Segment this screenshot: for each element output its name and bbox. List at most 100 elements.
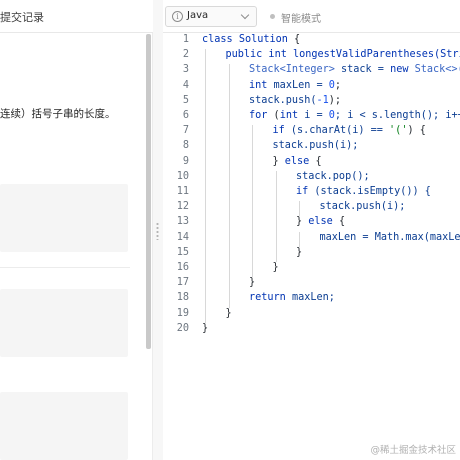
- code-text: public int longestValidParentheses(Strin…: [226, 49, 460, 60]
- example-block: [0, 289, 128, 357]
- code-token: maxLen = Math.max(maxLen, i - stack.peek…: [319, 231, 460, 243]
- line-number: 9: [182, 155, 189, 167]
- line-number: 1: [182, 34, 189, 45]
- line-number: 18: [176, 292, 189, 304]
- code-token: if: [296, 186, 315, 197]
- code-token: i =: [304, 110, 329, 121]
- code-text: }: [273, 262, 279, 273]
- code-token: if: [272, 125, 291, 137]
- code-token: int: [249, 79, 274, 91]
- drag-handle-icon[interactable]: [156, 222, 159, 240]
- code-token: (stack.isEmpty()) {: [314, 186, 431, 197]
- code-token: }: [202, 322, 209, 334]
- code-token: }: [296, 216, 309, 228]
- code-line[interactable]: 15}: [163, 247, 460, 262]
- code-line[interactable]: 18 return maxLen;: [163, 292, 460, 307]
- chevron-down-icon: [240, 10, 250, 20]
- info-icon: i: [172, 11, 183, 22]
- line-number: 17: [176, 277, 189, 289]
- code-token: for: [249, 110, 274, 121]
- code-token: stack =: [334, 64, 391, 76]
- code-line[interactable]: 4 int maxLen = 0;: [163, 80, 460, 95]
- code-token: -1: [316, 94, 329, 106]
- code-line[interactable]: 16}: [163, 262, 460, 277]
- code-text: }: [296, 247, 302, 258]
- problem-description: 连续）括号子串的长度。: [0, 34, 148, 460]
- code-line[interactable]: 6 for (int i = 0; i < s.length(); i++) {: [163, 110, 460, 125]
- problem-panel: 提交记录 连续）括号子串的长度。: [0, 0, 153, 460]
- description-scrollbar[interactable]: [146, 34, 151, 349]
- code-line[interactable]: 9} else {: [163, 156, 460, 171]
- description-text: 连续）括号子串的长度。: [0, 108, 116, 120]
- line-number: 7: [182, 125, 189, 137]
- code-line[interactable]: 14 maxLen = Math.max(maxLen, i - stack.pe…: [163, 232, 460, 247]
- line-number: 16: [176, 262, 189, 273]
- line-number: 11: [176, 186, 189, 197]
- code-token: }: [296, 246, 303, 258]
- code-text: return maxLen;: [249, 292, 335, 303]
- code-text: if (stack.isEmpty()) {: [296, 186, 431, 197]
- code-token: '(': [389, 125, 408, 137]
- code-line[interactable]: 11 if (stack.isEmpty()) {: [163, 186, 460, 201]
- smart-mode-toggle[interactable]: 智能模式: [281, 10, 321, 25]
- code-token: ; i < s.length(); i++) {: [334, 110, 460, 121]
- line-number: 5: [182, 94, 189, 106]
- code-text: } else {: [296, 216, 345, 227]
- line-number: 8: [182, 140, 189, 152]
- code-text: } else {: [273, 156, 322, 167]
- code-text: }: [226, 308, 232, 319]
- code-line[interactable]: 13} else {: [163, 216, 460, 231]
- panel-splitter[interactable]: [153, 0, 163, 460]
- code-token: {: [315, 155, 322, 167]
- code-line[interactable]: 17}: [163, 277, 460, 292]
- line-number: 6: [182, 110, 189, 121]
- line-number: 13: [176, 216, 189, 228]
- code-token: ;: [334, 79, 342, 91]
- code-token: ) {: [407, 125, 426, 137]
- code-text: maxLen = Math.max(maxLen, i - stack.peek…: [320, 232, 460, 243]
- code-token: stack.push(i);: [319, 201, 406, 213]
- code-token: longestValidParentheses(String s) {: [292, 49, 460, 61]
- code-token: {: [338, 216, 346, 228]
- code-line[interactable]: 2 public int longestValidParentheses(Stri…: [163, 49, 460, 64]
- status-dot-icon: [270, 14, 275, 19]
- code-token: else: [284, 155, 316, 167]
- code-token: stack.push(: [249, 94, 317, 106]
- code-text: stack.push(-1);: [249, 95, 341, 106]
- code-text: class Solution {: [202, 34, 300, 45]
- code-line[interactable]: 8 stack.push(i);: [163, 140, 460, 155]
- code-text: int maxLen = 0;: [249, 80, 341, 91]
- code-token: maxLen =: [273, 79, 329, 91]
- line-number: 19: [176, 307, 189, 319]
- code-line[interactable]: 20}: [163, 323, 460, 338]
- code-text: }: [202, 323, 208, 334]
- language-select[interactable]: i Java: [165, 6, 257, 27]
- code-token: public int: [225, 49, 293, 61]
- line-number: 20: [176, 322, 189, 334]
- line-number: 14: [176, 231, 189, 243]
- code-text: for (int i = 0; i < s.length(); i++) {: [249, 110, 460, 121]
- code-editor-panel: i Java 智能模式 1 class Solution { 2 public int…: [163, 0, 460, 460]
- line-number: 15: [176, 246, 189, 258]
- code-line[interactable]: 5 stack.push(-1);: [163, 95, 460, 110]
- code-token: else: [308, 216, 339, 228]
- tab-submissions[interactable]: 提交记录: [0, 9, 44, 25]
- code-line[interactable]: 19}: [163, 308, 460, 323]
- code-line[interactable]: 10 stack.pop();: [163, 171, 460, 186]
- code-editor[interactable]: 1 class Solution { 2 public int longestVali…: [163, 34, 460, 460]
- code-line[interactable]: 1 class Solution {: [163, 34, 460, 49]
- code-line[interactable]: 7 if (s.charAt(i) == '(') {: [163, 125, 460, 140]
- code-line[interactable]: 12 stack.push(i);: [163, 201, 460, 216]
- line-number: 2: [182, 49, 189, 61]
- code-text: stack.pop();: [296, 171, 370, 182]
- code-token: }: [272, 155, 285, 167]
- code-line[interactable]: 3 Stack<Integer> stack = new Stack<>();: [163, 64, 460, 79]
- code-text: if (s.charAt(i) == '(') {: [273, 125, 426, 136]
- code-token: Stack<Integer>: [249, 64, 335, 76]
- code-token: }: [225, 307, 232, 319]
- example-block: [0, 184, 128, 252]
- example-block: [0, 392, 128, 460]
- line-number: 12: [176, 201, 189, 213]
- line-number: 3: [182, 64, 189, 76]
- problem-tabbar: 提交记录: [0, 0, 153, 33]
